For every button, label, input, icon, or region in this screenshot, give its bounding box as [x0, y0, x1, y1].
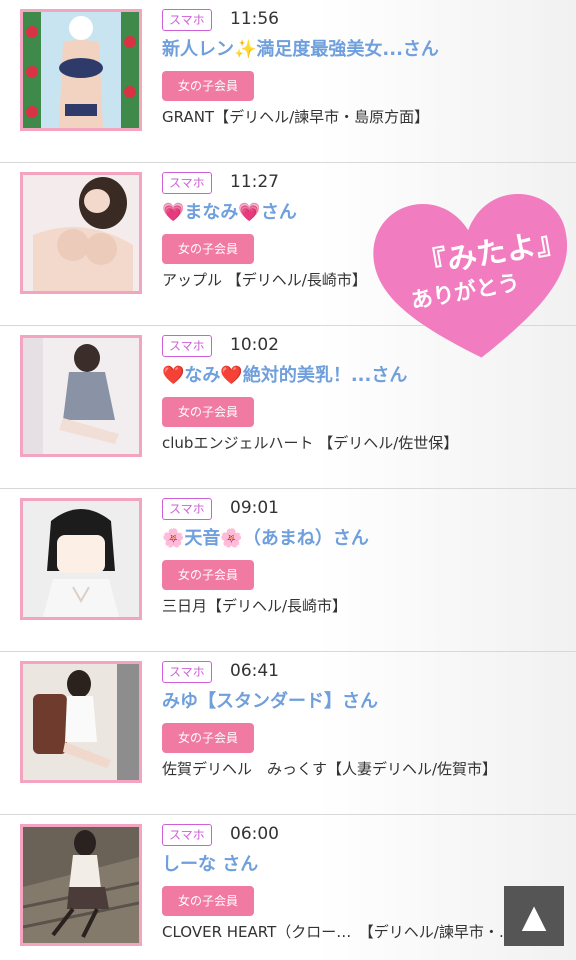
girl-name-link[interactable]: 🌸天音🌸（あまね）さん: [162, 527, 562, 551]
device-badge: スマホ: [162, 661, 212, 683]
profile-photo-image: [23, 501, 139, 617]
profile-photo[interactable]: [20, 498, 142, 620]
member-badge: 女の子会員: [162, 886, 254, 916]
girl-name-link[interactable]: しーな さん: [162, 853, 562, 877]
access-list: スマホ 11:56 新人レン✨満足度最強美女...さん 女の子会員 GRANT【…: [0, 0, 576, 960]
profile-photo[interactable]: [20, 9, 142, 131]
member-badge: 女の子会員: [162, 723, 254, 753]
list-item[interactable]: スマホ 06:00 しーな さん 女の子会員 CLOVER HEART（クロー……: [0, 815, 576, 960]
shop-name: 三日月【デリヘル/長崎市】: [162, 597, 348, 615]
device-badge: スマホ: [162, 335, 212, 357]
scroll-to-top-button[interactable]: ▲: [504, 886, 564, 946]
device-badge: スマホ: [162, 9, 212, 31]
access-time: 10:02: [230, 335, 279, 355]
triangle-up-icon: ▲: [521, 897, 547, 935]
access-time: 09:01: [230, 498, 279, 518]
profile-photo[interactable]: [20, 661, 142, 783]
device-badge: スマホ: [162, 172, 212, 194]
profile-photo-image: [23, 827, 139, 943]
shop-name: 佐賀デリヘル みっくす【人妻デリヘル/佐賀市】: [162, 760, 498, 778]
member-badge: 女の子会員: [162, 397, 254, 427]
list-item[interactable]: スマホ 06:41 みゆ【スタンダード】さん 女の子会員 佐賀デリヘル みっくす…: [0, 652, 576, 815]
thanks-heart-stamp: 『みたよ』 ありがとう: [370, 190, 576, 362]
girl-name-link[interactable]: 新人レン✨満足度最強美女...さん: [162, 38, 562, 62]
profile-photo[interactable]: [20, 335, 142, 457]
access-time: 11:27: [230, 172, 279, 192]
member-badge: 女の子会員: [162, 71, 254, 101]
member-badge: 女の子会員: [162, 560, 254, 590]
profile-photo-image: [23, 12, 139, 128]
profile-photo-image: [23, 175, 139, 291]
profile-photo[interactable]: [20, 172, 142, 294]
member-badge: 女の子会員: [162, 234, 254, 264]
device-badge: スマホ: [162, 498, 212, 520]
profile-photo-image: [23, 338, 139, 454]
profile-photo[interactable]: [20, 824, 142, 946]
access-time: 11:56: [230, 9, 279, 29]
device-badge: スマホ: [162, 824, 212, 846]
girl-name-link[interactable]: ❤️なみ❤️絶対的美乳！...さん: [162, 364, 562, 388]
access-time: 06:41: [230, 661, 279, 681]
girl-name-link[interactable]: みゆ【スタンダード】さん: [162, 690, 562, 714]
list-item[interactable]: スマホ 11:56 新人レン✨満足度最強美女...さん 女の子会員 GRANT【…: [0, 0, 576, 163]
shop-name: GRANT【デリヘル/諫早市・島原方面】: [162, 108, 430, 126]
shop-name: CLOVER HEART（クロー… 【デリヘル/諫早市・…: [162, 923, 514, 941]
profile-photo-image: [23, 664, 139, 780]
list-item[interactable]: スマホ 09:01 🌸天音🌸（あまね）さん 女の子会員 三日月【デリヘル/長崎市…: [0, 489, 576, 652]
shop-name: clubエンジェルハート 【デリヘル/佐世保】: [162, 434, 459, 452]
access-time: 06:00: [230, 824, 279, 844]
